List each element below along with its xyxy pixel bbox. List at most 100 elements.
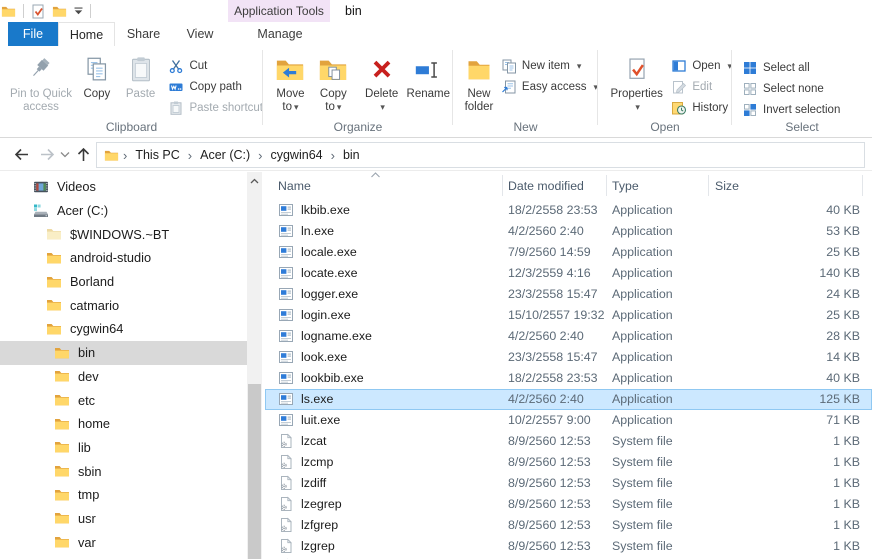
easy-access-button[interactable]: Easy access [501, 76, 598, 97]
sidebar-scrollbar[interactable] [247, 172, 262, 559]
properties-button[interactable]: Properties [606, 50, 667, 114]
folder-icon [54, 345, 70, 361]
new-folder-button[interactable]: Newfolder [461, 50, 497, 114]
rename-button[interactable]: Rename [404, 50, 453, 101]
dropdown-caret-icon [335, 101, 342, 113]
copy-path-button-label: Copy path [189, 81, 241, 93]
address-box[interactable]: This PC Acer (C:) cygwin64 bin [96, 142, 865, 168]
scrollbar-thumb[interactable] [248, 384, 261, 559]
column-separator[interactable] [862, 175, 863, 196]
column-separator[interactable] [708, 175, 709, 196]
file-row-lzcat[interactable]: lzcat 8/9/2560 12:53 System file 1 KB [265, 431, 872, 452]
copy-to-button[interactable]: Copyto [312, 50, 355, 114]
file-row-lzgrep[interactable]: lzgrep 8/9/2560 12:53 System file 1 KB [265, 536, 872, 557]
file-date-modified: 4/2/2560 2:40 [508, 224, 584, 238]
file-row-lookbib-exe[interactable]: lookbib.exe 18/2/2558 23:53 Application … [265, 368, 872, 389]
sidebar-item-windows-bt[interactable]: $WINDOWS.~BT [0, 222, 247, 246]
address-folder-icon [104, 148, 119, 163]
file-size: 125 KB [708, 392, 860, 406]
copy-path-button[interactable]: Copy path [168, 76, 263, 97]
qat-properties-icon[interactable] [31, 4, 45, 19]
column-header-size[interactable]: Size [715, 179, 739, 193]
file-row-locate-exe[interactable]: locate.exe 12/3/2559 4:16 Application 14… [265, 263, 872, 284]
sidebar-item-sbin[interactable]: sbin [0, 459, 247, 483]
file-size: 1 KB [708, 497, 860, 511]
forward-button[interactable] [34, 138, 60, 170]
file-row-lzfgrep[interactable]: lzfgrep 8/9/2560 12:53 System file 1 KB [265, 515, 872, 536]
column-separator[interactable] [606, 175, 607, 196]
sidebar-item-tmp[interactable]: tmp [0, 483, 247, 507]
file-row-ls-exe[interactable]: ls.exe 4/2/2560 2:40 Application 125 KB [265, 389, 872, 410]
paste-button[interactable]: Paste [119, 50, 163, 101]
select-all-button[interactable]: Select all [742, 57, 840, 78]
paste-shortcut-button[interactable]: Paste shortcut [168, 97, 263, 118]
file-row-look-exe[interactable]: look.exe 23/3/2558 15:47 Application 14 … [265, 347, 872, 368]
column-header-name[interactable]: Name [278, 179, 311, 193]
system-file-icon [278, 433, 294, 449]
column-header-type[interactable]: Type [612, 179, 639, 193]
breadcrumb-segment-acer-c[interactable]: Acer (C:) [193, 148, 257, 162]
sidebar-item-android-studio[interactable]: android-studio [0, 246, 247, 270]
file-size: 24 KB [708, 287, 860, 301]
delete-button-label: Delete [365, 88, 398, 114]
qat-new-folder-icon[interactable] [52, 4, 67, 19]
file-name: lkbib.exe [301, 203, 350, 217]
file-row-lkbib-exe[interactable]: lkbib.exe 18/2/2558 23:53 Application 40… [265, 200, 872, 221]
sidebar-item-dev[interactable]: dev [0, 365, 247, 389]
file-row-locale-exe[interactable]: locale.exe 7/9/2560 14:59 Application 25… [265, 242, 872, 263]
pin-to-quick-access-button[interactable]: Pin to Quickaccess [7, 50, 75, 114]
cut-button[interactable]: Cut [168, 55, 263, 76]
sidebar-item-home[interactable]: home [0, 412, 247, 436]
up-button[interactable] [71, 138, 95, 170]
breadcrumb-segment-bin[interactable]: bin [336, 148, 367, 162]
file-row-lzdiff[interactable]: lzdiff 8/9/2560 12:53 System file 1 KB [265, 473, 872, 494]
file-row-logger-exe[interactable]: logger.exe 23/3/2558 15:47 Application 2… [265, 284, 872, 305]
tab-manage[interactable]: Manage [230, 22, 330, 46]
tab-file[interactable]: File [8, 22, 58, 46]
file-row-login-exe[interactable]: login.exe 15/10/2557 19:32 Application 2… [265, 305, 872, 326]
invert-selection-button[interactable]: Invert selection [742, 99, 840, 120]
sidebar-item-label: home [78, 416, 110, 431]
sidebar-item-bin[interactable]: bin [0, 341, 247, 365]
select-none-button[interactable]: Select none [742, 78, 840, 99]
sidebar-item-acer-c[interactable]: Acer (C:) [0, 199, 247, 223]
column-header-date-modified[interactable]: Date modified [508, 179, 584, 193]
recent-locations-chevron-icon[interactable] [58, 138, 72, 170]
sidebar-item-var[interactable]: var [0, 530, 247, 554]
sidebar-item-catmario[interactable]: catmario [0, 293, 247, 317]
folder-icon [46, 297, 62, 313]
sidebar-item-lib[interactable]: lib [0, 436, 247, 460]
copy-button[interactable]: Copy [75, 50, 119, 101]
move-to-button[interactable]: Moveto [269, 50, 312, 114]
file-row-ln-exe[interactable]: ln.exe 4/2/2560 2:40 Application 53 KB [265, 221, 872, 242]
tab-share[interactable]: Share [115, 22, 172, 46]
tab-home[interactable]: Home [58, 22, 115, 46]
edit-button[interactable]: Edit [671, 76, 732, 97]
rename-icon [413, 52, 443, 88]
file-row-lzegrep[interactable]: lzegrep 8/9/2560 12:53 System file 1 KB [265, 494, 872, 515]
file-row-logname-exe[interactable]: logname.exe 4/2/2560 2:40 Application 28… [265, 326, 872, 347]
file-row-lzcmp[interactable]: lzcmp 8/9/2560 12:53 System file 1 KB [265, 452, 872, 473]
ribbon-group-new: Newfolder New item Easy access New [453, 46, 598, 137]
breadcrumb-segment-this-pc[interactable]: This PC [128, 148, 186, 162]
qat-customize-icon[interactable] [74, 7, 83, 15]
sidebar-item-videos[interactable]: Videos [0, 175, 247, 199]
sidebar-item-borland[interactable]: Borland [0, 270, 247, 294]
tab-view[interactable]: View [172, 22, 228, 46]
open-button[interactable]: Open [671, 55, 732, 76]
history-button[interactable]: History [671, 97, 732, 118]
scrollbar-up-arrow-icon[interactable] [247, 175, 262, 186]
breadcrumb-segment-cygwin64[interactable]: cygwin64 [263, 148, 329, 162]
ribbon-group-clipboard: Pin to Quickaccess Copy Paste Cut [0, 46, 263, 137]
application-icon [278, 202, 294, 218]
file-size: 1 KB [708, 518, 860, 532]
folder-icon [54, 392, 70, 408]
column-separator[interactable] [502, 175, 503, 196]
sidebar-item-cygwin64[interactable]: cygwin64 [0, 317, 247, 341]
file-row-luit-exe[interactable]: luit.exe 10/2/2557 9:00 Application 71 K… [265, 410, 872, 431]
sidebar-item-etc[interactable]: etc [0, 388, 247, 412]
sidebar-item-usr[interactable]: usr [0, 507, 247, 531]
delete-button[interactable]: Delete [360, 50, 404, 114]
back-button[interactable] [8, 138, 34, 170]
new-item-button[interactable]: New item [501, 55, 598, 76]
